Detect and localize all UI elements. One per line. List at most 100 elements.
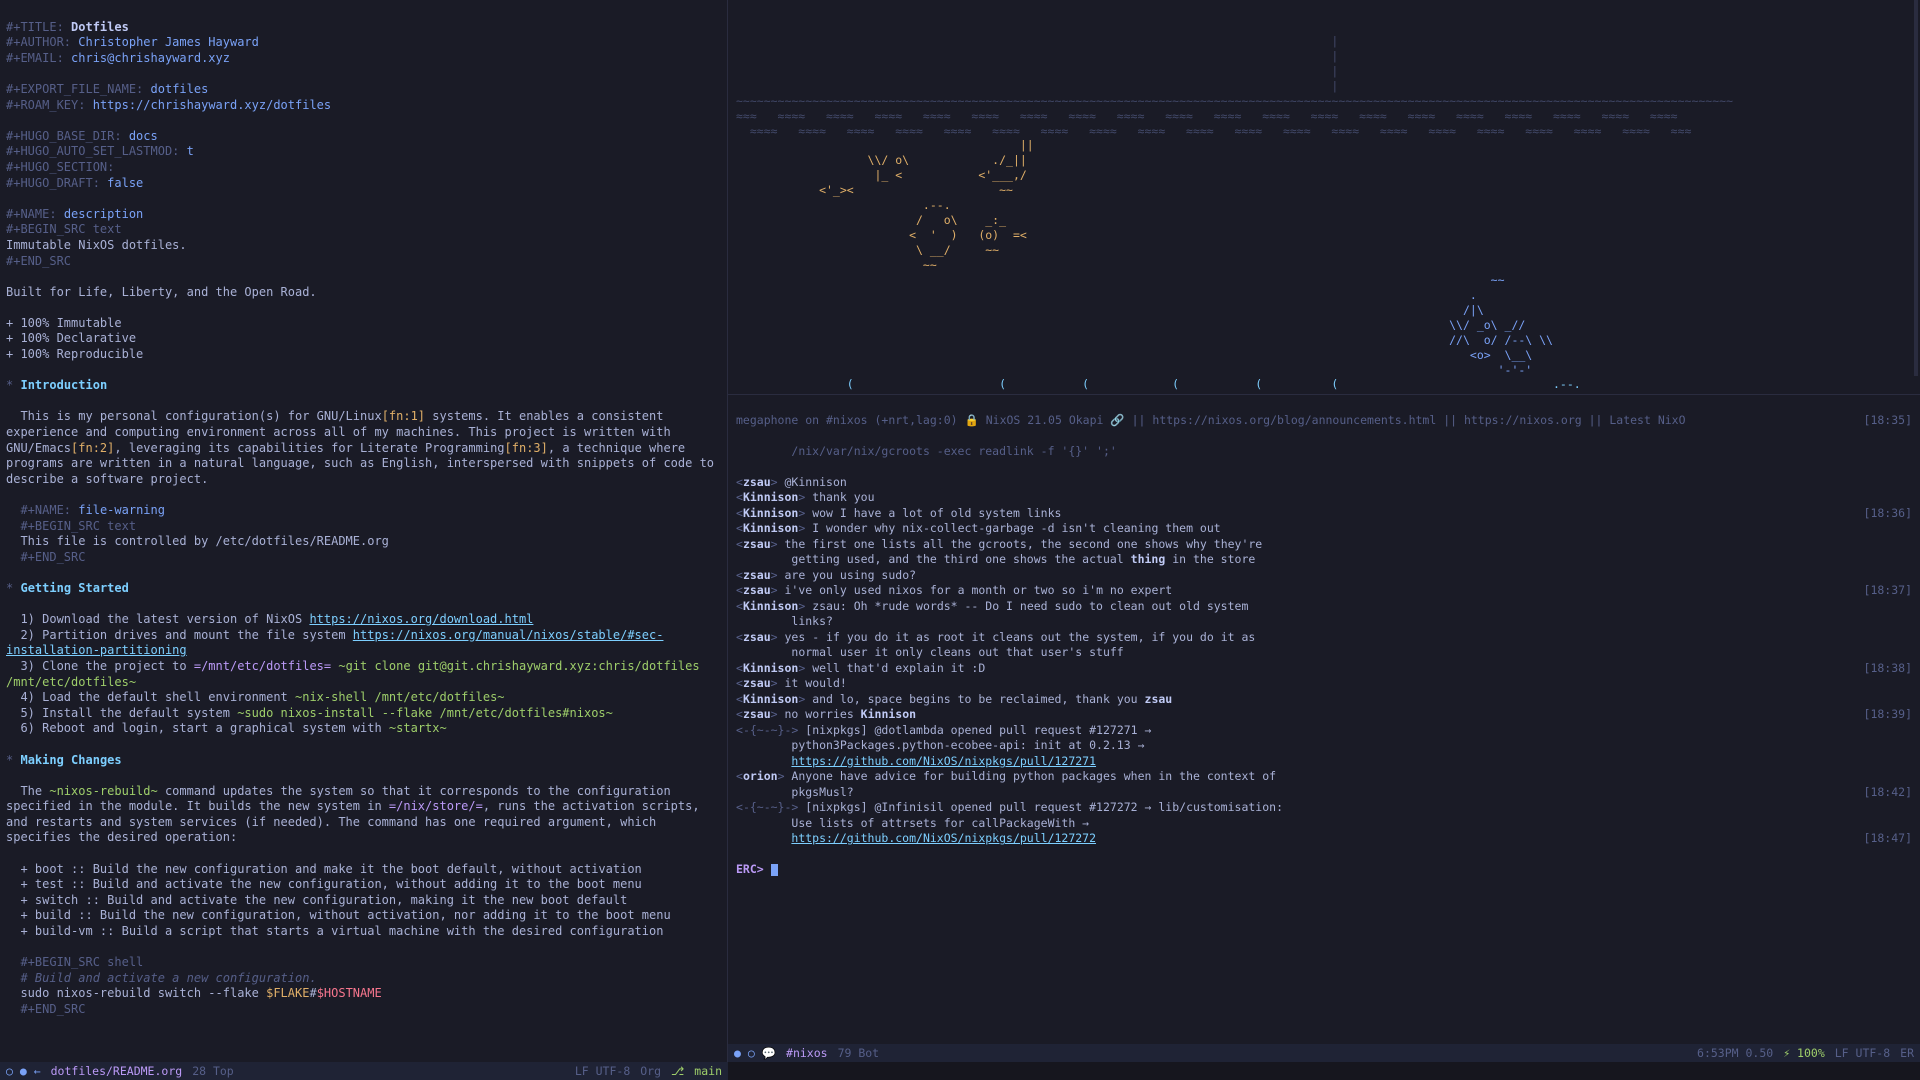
hugo-base-kw: #+HUGO_BASE_DIR:: [6, 129, 122, 143]
step-cmd: ~nix-shell /mnt/etc/dotfiles~: [295, 690, 505, 704]
irc-text: no worries: [778, 707, 861, 721]
step-cmd: ~startx~: [389, 721, 447, 735]
irc-text: Anyone have advice for building python p…: [785, 769, 1277, 783]
irc-text: the first one lists all the gcroots, the…: [778, 537, 1263, 551]
hugo-lastmod: t: [187, 144, 194, 158]
position-indicator: 28 Top: [192, 1064, 234, 1079]
irc-nick: zsau: [743, 630, 771, 644]
irc-message: links?: [736, 614, 1912, 630]
irc-text: and lo, space begins to be reclaimed, th…: [805, 692, 1144, 706]
irc-nick: Kinnison: [743, 490, 798, 504]
shell-line: sudo nixos-rebuild switch --flake: [20, 986, 266, 1000]
shell-begin-src: #+BEGIN_SRC shell: [20, 955, 143, 969]
step-path: =/mnt/etc/dotfiles=: [194, 659, 331, 673]
irc-text: @Kinnison: [778, 475, 847, 489]
irc-topic: NixOS 21.05 Okapi: [979, 413, 1111, 427]
author-keyword: #+AUTHOR:: [6, 35, 71, 49]
irc-message: <zsau> yes - if you do it as root it cle…: [736, 630, 1912, 646]
irc-text: yes - if you do it as root it cleans out…: [778, 630, 1256, 644]
irc-message: <zsau> are you using sudo?: [736, 568, 1912, 584]
irc-nick: Kinnison: [743, 521, 798, 535]
timestamp: [18:47]: [1864, 831, 1912, 847]
irc-message: <zsau> it would!: [736, 676, 1912, 692]
irc-message: <Kinnison> I wonder why nix-collect-garb…: [736, 521, 1912, 537]
topic-cmd: [736, 444, 791, 458]
irc-message: https://github.com/NixOS/nixpkgs/pull/12…: [736, 754, 1912, 770]
irc-message: [18:42] pkgsMusl?: [736, 785, 1912, 801]
desc-content: Immutable NixOS dotfiles.: [6, 238, 187, 252]
hugo-draft-kw: #+HUGO_DRAFT:: [6, 176, 100, 190]
buffer-name: dotfiles/README.org: [51, 1064, 183, 1079]
encoding-indicator: LF UTF-8: [575, 1064, 630, 1079]
hugo-draft: false: [107, 176, 143, 190]
irc-text: python3Packages.python-ecobee-api: init …: [736, 738, 1145, 752]
step-text: 1) Download the latest version of NixOS: [20, 612, 309, 626]
desc-name-kw: #+NAME:: [6, 207, 57, 221]
doc-title: Dotfiles: [71, 20, 129, 34]
export-keyword: #+EXPORT_FILE_NAME:: [6, 82, 143, 96]
irc-text: i've only used nixos for a month or two …: [778, 583, 1173, 597]
scrollbar[interactable]: [1914, 0, 1918, 376]
download-link[interactable]: https://nixos.org/download.html: [309, 612, 533, 626]
irc-modeline: ● ○ 💬 #nixos 79 Bot 6:53PM 0.50 ⚡ 100% L…: [728, 1044, 1920, 1062]
irc-mention: thing: [1131, 552, 1166, 566]
battery-indicator: ⚡ 100%: [1783, 1046, 1825, 1061]
minibuffer[interactable]: [728, 1062, 1920, 1080]
intro-text: This is my personal configuration(s) for…: [20, 409, 381, 423]
doc-author: Christopher James Hayward: [78, 35, 259, 49]
irc-message: python3Packages.python-ecobee-api: init …: [736, 738, 1912, 754]
warn-content: This file is controlled by /etc/dotfiles…: [20, 534, 388, 548]
irc-text: well that'd explain it :D: [805, 661, 985, 675]
shell-var: $HOSTNAME: [317, 986, 382, 1000]
irc-message: [18:36]<Kinnison> wow I have a lot of ol…: [736, 506, 1912, 522]
irc-text: it would!: [778, 676, 847, 690]
heading-star: *: [6, 753, 13, 767]
irc-pane[interactable]: [18:35]megaphone on #nixos (+nrt,lag:0) …: [728, 395, 1920, 1062]
irc-message: normal user it only cleans out that user…: [736, 645, 1912, 661]
opt-item: + boot :: Build the new configuration an…: [20, 862, 641, 876]
mc-text: The: [20, 784, 49, 798]
timestamp: [18:36]: [1864, 506, 1912, 522]
step-text: 4) Load the default shell environment: [20, 690, 295, 704]
intro-text: , leveraging its capabilities for Litera…: [114, 441, 504, 455]
irc-text: [nixpkgs] @dotlambda opened pull request…: [798, 723, 1151, 737]
shell-comment: # Build and activate a new configuration…: [20, 971, 316, 985]
irc-nick: -{~-~}-: [743, 800, 791, 814]
vterm-pane[interactable]: | | |: [728, 0, 1920, 395]
timestamp: [18:38]: [1864, 661, 1912, 677]
irc-message: <zsau> @Kinnison: [736, 475, 1912, 491]
irc-nick: zsau: [743, 568, 771, 582]
irc-link[interactable]: https://github.com/NixOS/nixpkgs/pull/12…: [791, 754, 1096, 768]
irc-message: [18:39]<zsau> no worries Kinnison: [736, 707, 1912, 723]
footnote-ref[interactable]: [fn:3]: [505, 441, 548, 455]
ascii-art: | | |: [728, 30, 1920, 395]
irc-nick: Kinnison: [743, 692, 798, 706]
heading-getting-started[interactable]: Getting Started: [20, 581, 128, 595]
opt-item: + build :: Build the new configuration, …: [20, 908, 670, 922]
irc-message: [18:47] https://github.com/NixOS/nixpkgs…: [736, 831, 1912, 847]
irc-text: I wonder why nix-collect-garbage -d isn'…: [805, 521, 1220, 535]
hugo-section-kw: #+HUGO_SECTION:: [6, 160, 114, 174]
irc-text: links?: [736, 614, 833, 628]
heading-making-changes[interactable]: Making Changes: [20, 753, 121, 767]
org-editor-pane[interactable]: #+TITLE: Dotfiles #+AUTHOR: Christopher …: [0, 0, 728, 1062]
cursor[interactable]: [771, 864, 778, 876]
mc-path: =/nix/store/=: [389, 799, 483, 813]
irc-nick: orion: [743, 769, 778, 783]
warn-name: file-warning: [78, 503, 165, 517]
email-keyword: #+EMAIL:: [6, 51, 64, 65]
irc-nick: -{~-~}-: [743, 723, 791, 737]
irc-nick: zsau: [743, 537, 771, 551]
footnote-ref[interactable]: [fn:1]: [382, 409, 425, 423]
irc-link[interactable]: https://github.com/NixOS/nixpkgs/pull/12…: [791, 831, 1096, 845]
link-icon: 🔗: [1110, 413, 1124, 427]
step-text: 6) Reboot and login, start a graphical s…: [20, 721, 388, 735]
modeline-status-icon: ● ○ 💬: [734, 1046, 776, 1061]
encoding-indicator: LF UTF-8: [1835, 1046, 1890, 1061]
footnote-ref[interactable]: [fn:2]: [71, 441, 114, 455]
org-modeline: ○ ● ← dotfiles/README.org 28 Top LF UTF-…: [0, 1062, 728, 1080]
step-text: 5) Install the default system: [20, 706, 237, 720]
heading-introduction[interactable]: Introduction: [20, 378, 107, 392]
git-branch: main: [694, 1064, 722, 1079]
irc-message: <zsau> the first one lists all the gcroo…: [736, 537, 1912, 553]
